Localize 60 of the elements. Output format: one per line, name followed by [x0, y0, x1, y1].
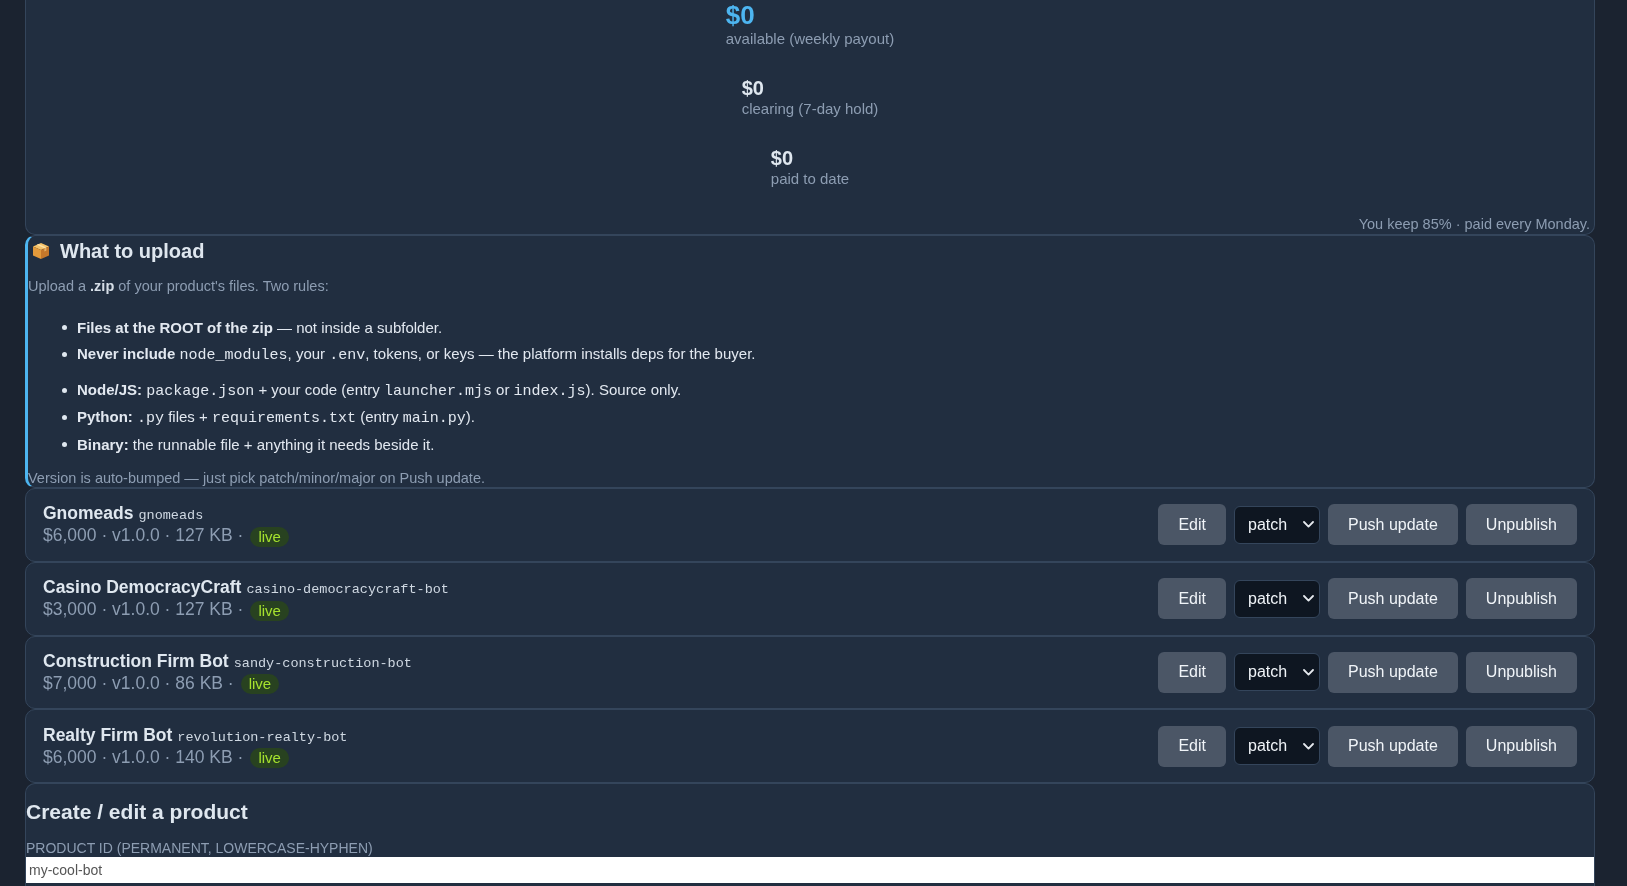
unpublish-button[interactable]: Unpublish: [1465, 504, 1577, 546]
edit-button[interactable]: Edit: [1158, 504, 1226, 546]
status-badge: live: [250, 600, 289, 621]
unpublish-button[interactable]: Unpublish: [1465, 651, 1577, 693]
unpublish-button[interactable]: Unpublish: [1465, 725, 1577, 767]
balance-label: paid to date: [770, 170, 850, 188]
rule-text: Node/JS: package.json + your code (entry launcher.mjs or index.js). Source only.: [77, 380, 682, 402]
bump-dropdown[interactable]: patch: [1234, 653, 1320, 692]
product-meta: $6,000 · v1.0.0 · 127 KB ·: [43, 524, 244, 547]
product-id-field[interactable]: my-cool-bot: [26, 857, 1594, 883]
product-name: Realty Firm Bot: [43, 724, 173, 746]
product-slug: revolution-realty-bot: [177, 728, 348, 747]
status-badge: live: [250, 526, 289, 547]
bullet-icon: [62, 352, 67, 357]
chevron-down-icon: [1303, 742, 1315, 750]
intro-text: Upload a .zip of your product's files. Two rules:: [28, 277, 329, 296]
product-name: Gnomeads: [43, 503, 134, 525]
rule-text: Files at the ROOT of the zip — not inside a subfolder.: [77, 318, 443, 338]
rule-text: Never include node_modules, your .env, tokens, or keys — the platform installs deps for the buyer.: [77, 344, 756, 366]
product-name: Construction Firm Bot: [43, 650, 229, 672]
payout-note: You keep 85% · paid every Monday.: [1358, 215, 1590, 233]
bump-dropdown[interactable]: patch: [1234, 505, 1320, 544]
product-slug: gnomeads: [138, 507, 204, 526]
product-meta: $6,000 · v1.0.0 · 140 KB ·: [43, 745, 244, 768]
edit-button[interactable]: Edit: [1158, 725, 1226, 767]
bullet-icon: [62, 415, 67, 420]
chevron-down-icon: [1303, 668, 1315, 676]
balance-amount: $0: [770, 146, 794, 170]
status-badge: live: [240, 674, 280, 695]
balance-amount: $0: [741, 76, 764, 100]
chevron-down-icon: [1303, 521, 1315, 529]
status-badge: live: [250, 748, 289, 769]
panel-title: What to upload: [60, 239, 205, 264]
balance-amount: $0: [725, 0, 755, 30]
bullet-icon: [62, 388, 67, 393]
edit-button[interactable]: Edit: [1158, 651, 1226, 693]
product-name: Casino DemocracyCraft: [43, 577, 242, 599]
bullet-icon: [62, 442, 67, 447]
product-meta: $7,000 · v1.0.0 · 86 KB ·: [43, 671, 234, 694]
version-note: Version is auto-bumped — just pick patch/minor/major on Push update.: [28, 469, 485, 487]
product-slug: casino-democracycraft-bot: [246, 581, 449, 600]
chevron-down-icon: [1303, 595, 1315, 603]
product-meta: $3,000 · v1.0.0 · 127 KB ·: [43, 598, 244, 621]
bump-dropdown[interactable]: patch: [1234, 727, 1320, 766]
package-icon: [32, 242, 50, 260]
push-update-button[interactable]: Push update: [1328, 651, 1458, 693]
push-update-button[interactable]: Push update: [1328, 578, 1458, 620]
rule-text: Binary: the runnable file + anything it needs beside it.: [77, 435, 435, 455]
push-update-button[interactable]: Push update: [1328, 504, 1458, 546]
field-label: PRODUCT ID (PERMANENT, LOWERCASE-HYPHEN): [26, 840, 373, 856]
rule-text: Python: .py files + requirements.txt (entry main.py).: [77, 407, 475, 429]
balance-label: clearing (7-day hold): [741, 100, 879, 118]
balance-label: available (weekly payout): [725, 30, 895, 48]
bullet-icon: [62, 325, 67, 330]
edit-button[interactable]: Edit: [1158, 578, 1226, 620]
product-slug: sandy-construction-bot: [233, 654, 412, 673]
push-update-button[interactable]: Push update: [1328, 725, 1458, 767]
form-title: Create / edit a product: [26, 799, 248, 825]
unpublish-button[interactable]: Unpublish: [1465, 578, 1577, 620]
bump-dropdown[interactable]: patch: [1234, 579, 1320, 618]
